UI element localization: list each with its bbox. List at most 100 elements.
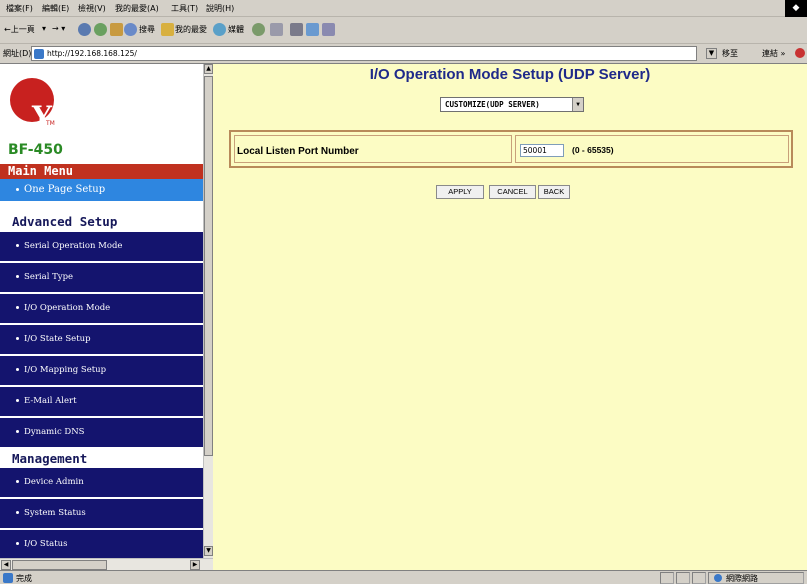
advanced-setup-header: Advanced Setup [0,213,203,231]
nav-label: I/O State Setup [24,334,91,344]
discuss-icon[interactable] [322,23,335,36]
content-frame: I/O Operation Mode Setup (UDP Server) CU… [213,64,807,570]
local-listen-port-label: Local Listen Port Number [234,135,512,163]
nav-one-page-setup[interactable]: One Page Setup [0,179,203,201]
nav-horizontal-scrollbar[interactable]: ◀ ▶ [0,558,213,570]
menu-bar: 檔案(F) 編輯(E) 檢視(V) 我的最愛(A) 工具(T) 說明(H) ◆ [0,0,807,17]
page-done-icon [3,573,13,583]
management-header: Management [0,450,203,468]
page-icon [34,49,44,59]
bullet-icon [16,480,19,483]
zone-text: 網際網路 [726,574,758,583]
nav-label: Dynamic DNS [24,427,85,437]
apply-button[interactable]: APPLY [436,185,484,199]
nav-label: Serial Operation Mode [24,241,123,251]
media-icon[interactable] [213,23,226,36]
nav-vertical-scrollbar[interactable]: ▲ ▼ [203,64,213,558]
status-panel [692,572,706,584]
nav-io-operation-mode[interactable]: I/O Operation Mode [0,294,203,323]
home-icon[interactable] [110,23,123,36]
nav-io-status[interactable]: I/O Status [0,530,203,559]
windows-logo-icon: ◆ [785,0,807,17]
status-text: 完成 [16,574,32,583]
search-icon[interactable] [124,23,137,36]
address-dropdown-icon[interactable]: ▼ [706,48,717,59]
navigation-frame: Yt TM BF-450 Main Menu One Page Setup Ad… [0,64,213,570]
bullet-icon [16,244,19,247]
port-settings-table: Local Listen Port Number 50001 (0 - 6553… [229,130,793,168]
bullet-icon [16,542,19,545]
operation-mode-value: CUSTOMIZE(UDP SERVER) [445,100,540,109]
nav-io-state-setup[interactable]: I/O State Setup [0,325,203,354]
scroll-left-icon[interactable]: ◀ [1,560,11,570]
scroll-thumb[interactable] [204,76,213,456]
operation-mode-select[interactable]: CUSTOMIZE(UDP SERVER) ▼ [440,97,584,112]
nav-dynamic-dns[interactable]: Dynamic DNS [0,418,203,447]
nav-system-status[interactable]: System Status [0,499,203,528]
back-button[interactable]: ←上一頁 [4,24,35,35]
nav-serial-type[interactable]: Serial Type [0,263,203,292]
page-title: I/O Operation Mode Setup (UDP Server) [369,66,651,83]
menu-view[interactable]: 檢視(V) [78,3,106,14]
bullet-icon [16,337,19,340]
menu-file[interactable]: 檔案(F) [6,3,33,14]
local-listen-port-input[interactable]: 50001 [520,144,564,157]
menu-help[interactable]: 說明(H) [206,3,234,14]
stop-icon[interactable] [78,23,91,36]
browser-toolbar: ←上一頁 ▾ → ▾ 搜尋 我的最愛 媒體 [0,17,807,44]
status-bar: 完成 網際網路 [0,570,807,584]
address-label: 網址(D) [3,49,32,58]
cancel-button[interactable]: CANCEL [489,185,536,199]
address-bar: 網址(D) http://192.168.168.125/ ▼ 移至 連結 » [0,44,807,64]
back-dropdown-icon[interactable]: ▾ [42,24,46,33]
main-menu-header: Main Menu [0,164,203,179]
port-value-cell: 50001 (0 - 65535) [515,135,789,163]
mail-icon[interactable] [270,23,283,36]
nav-label: I/O Mapping Setup [24,365,107,375]
nav-label: E-Mail Alert [24,396,77,406]
favorites-icon[interactable] [161,23,174,36]
menu-tools[interactable]: 工具(T) [171,3,198,14]
logo-trademark: TM [46,120,55,127]
bullet-icon [16,511,19,514]
scroll-down-icon[interactable]: ▼ [204,546,213,556]
links-button[interactable]: 連結 » [762,48,785,59]
nav-label: System Status [24,508,86,518]
address-input[interactable]: http://192.168.168.125/ [31,46,697,61]
bullet-icon [16,368,19,371]
scroll-right-icon[interactable]: ▶ [190,560,200,570]
bullet-icon [16,430,19,433]
forward-button[interactable]: → ▾ [52,24,65,33]
nav-device-admin[interactable]: Device Admin [0,468,203,497]
search-button[interactable]: 搜尋 [139,24,155,35]
nav-label: Device Admin [24,477,84,487]
nav-email-alert[interactable]: E-Mail Alert [0,387,203,416]
go-button[interactable]: 移至 [722,48,738,59]
bullet-icon [16,306,19,309]
address-url[interactable]: http://192.168.168.125/ [47,49,137,58]
history-icon[interactable] [252,23,265,36]
nav-label: I/O Operation Mode [24,303,111,313]
menu-edit[interactable]: 編輯(E) [42,3,69,14]
port-range-hint: (0 - 65535) [572,145,614,155]
scroll-up-icon[interactable]: ▲ [204,64,213,74]
edit-icon[interactable] [306,23,319,36]
bullet-icon [16,275,19,278]
scroll-thumb-horizontal[interactable] [12,560,107,570]
nav-label: Serial Type [24,272,74,282]
print-icon[interactable] [290,23,303,36]
media-button[interactable]: 媒體 [228,24,244,35]
status-panel [660,572,674,584]
bullet-icon [16,188,19,191]
menu-favorites[interactable]: 我的最愛(A) [115,3,159,14]
logo-letters: Yt [32,100,65,133]
status-panel [676,572,690,584]
refresh-icon[interactable] [94,23,107,36]
nav-io-mapping-setup[interactable]: I/O Mapping Setup [0,356,203,385]
nav-label: I/O Status [24,539,68,549]
favorites-button[interactable]: 我的最愛 [175,24,207,35]
chevron-down-icon[interactable]: ▼ [572,98,583,111]
model-name: BF-450 [8,142,63,158]
nav-serial-operation-mode[interactable]: Serial Operation Mode [0,232,203,261]
back-button-web[interactable]: BACK [538,185,570,199]
